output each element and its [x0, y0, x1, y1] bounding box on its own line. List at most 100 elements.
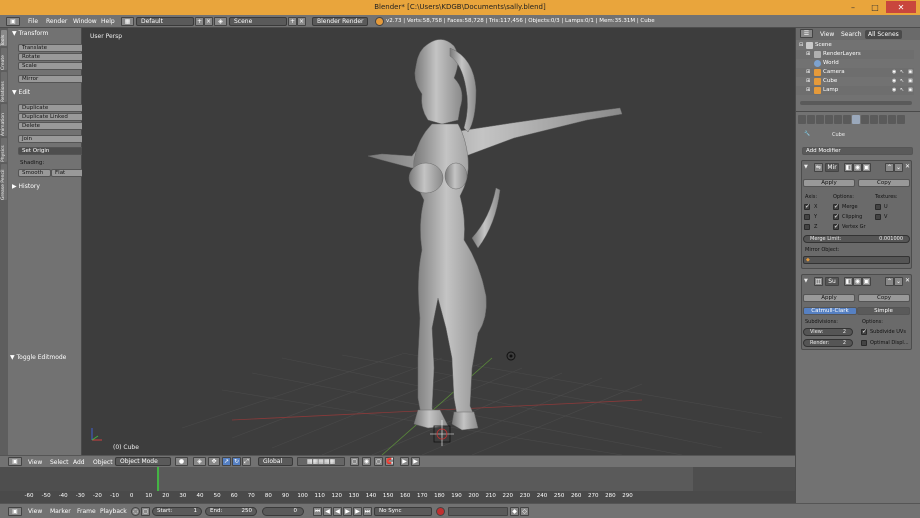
tab-create[interactable]: Create [1, 48, 7, 70]
opengl-render-animation-icon[interactable]: ▶ [411, 457, 420, 466]
editmode-display-icon[interactable]: ◧ [844, 163, 853, 172]
tab-scene[interactable] [816, 115, 824, 124]
editor-type-icon[interactable]: ▣ [6, 17, 20, 26]
outliner-row-scene[interactable]: ⊟ Scene [796, 41, 914, 50]
toggle-editmode-panel[interactable]: ▼ Toggle Editmode [10, 354, 66, 361]
simple-button[interactable]: Simple [857, 307, 910, 315]
eye-icon[interactable]: ◉ [892, 87, 898, 93]
remove-scene-button[interactable]: × [297, 17, 306, 26]
render-display-icon[interactable]: ▣ [862, 163, 871, 172]
move-down-icon[interactable]: ⌄ [894, 163, 903, 172]
delete-keyframe-icon[interactable]: ◇ [520, 507, 529, 516]
editor-type-icon[interactable]: ▣ [8, 457, 22, 466]
render-icon[interactable]: ▣ [908, 69, 914, 75]
outliner-row-lamp[interactable]: ⊞ Lamp ◉ ↖ ▣ [796, 86, 914, 95]
record-button[interactable] [436, 507, 445, 516]
outliner-row-camera[interactable]: ⊞ Camera ◉ ↖ ▣ [796, 68, 914, 77]
render-display-icon[interactable]: ▣ [862, 277, 871, 286]
tab-world[interactable] [825, 115, 833, 124]
timeline-editor[interactable]: -60 -50 -40 -30 -20 -10 0 10 20 30 40 50 60 70 80 90 100… [0, 467, 795, 503]
start-frame-field[interactable]: Start: 1 [152, 507, 202, 516]
outliner-scrollbar[interactable] [800, 101, 912, 105]
menu-file[interactable]: File [28, 18, 38, 25]
transform-orientation-select[interactable]: Global [258, 457, 293, 466]
lock-layers-icon[interactable]: ◻ [350, 457, 359, 466]
tab-data[interactable] [861, 115, 869, 124]
playhead[interactable] [157, 467, 159, 493]
mirror-object-field[interactable]: ◆ [803, 256, 910, 264]
outliner-tab-view[interactable]: View [820, 31, 834, 38]
cursor-icon[interactable]: ↖ [900, 78, 906, 84]
sync-mode-select[interactable]: No Sync [374, 507, 432, 516]
tab-physics[interactable]: Physics [1, 138, 7, 162]
tab-object[interactable] [834, 115, 842, 124]
eye-icon[interactable]: ◉ [892, 78, 898, 84]
3d-viewport[interactable]: User Persp (0) Cube [82, 28, 795, 455]
keying-set-field[interactable] [448, 507, 508, 516]
outliner-row-cube[interactable]: ⊞ Cube ◉ ↖ ▣ [796, 77, 914, 86]
tab-render[interactable] [798, 115, 806, 124]
rotate-button[interactable]: Rotate [18, 53, 84, 61]
join-button[interactable]: Join [18, 135, 84, 143]
history-panel-header[interactable]: ▶ History [12, 183, 40, 190]
cursor-icon[interactable]: ↖ [900, 87, 906, 93]
remove-modifier-icon[interactable]: ✕ [903, 277, 912, 286]
editor-type-icon[interactable]: ▣ [8, 507, 22, 516]
rotate-manipulator-icon[interactable]: ↻ [232, 457, 241, 466]
axis-y-checkbox[interactable] [804, 214, 810, 220]
layer-buttons[interactable]: ▦▦▦▦▦ [297, 457, 345, 466]
duplicate-linked-button[interactable]: Duplicate Linked [18, 113, 84, 121]
render-icon[interactable]: ▣ [908, 87, 914, 93]
tab-grease-pencil[interactable]: Grease Pencil [1, 164, 7, 200]
end-frame-field[interactable]: End: 250 [205, 507, 257, 516]
pivot-point-icon[interactable]: ◈ [193, 457, 206, 466]
subdivide-uvs-checkbox[interactable] [861, 328, 867, 335]
menu-window[interactable]: Window [73, 18, 97, 25]
outliner-row-world[interactable]: World [796, 59, 914, 68]
viewport-display-icon[interactable]: ◉ [853, 163, 862, 172]
screen-layout-field[interactable]: Default [136, 17, 194, 26]
minimize-button[interactable]: – [842, 1, 864, 13]
cursor-icon[interactable]: ↖ [900, 69, 906, 75]
subsurf-apply-button[interactable]: Apply [803, 294, 855, 302]
tab-material[interactable] [870, 115, 878, 124]
render-engine-select[interactable]: Blender Render [312, 17, 368, 26]
duplicate-button[interactable]: Duplicate [18, 104, 84, 112]
scene-field[interactable]: Scene [229, 17, 287, 26]
set-origin-select[interactable]: Set Origin [18, 147, 84, 155]
tab-render-layers[interactable] [807, 115, 815, 124]
add-layout-button[interactable]: + [195, 17, 204, 26]
mirror-button[interactable]: Mirror [18, 75, 84, 83]
viewport-display-icon[interactable]: ◉ [853, 277, 862, 286]
preview-range-icon[interactable]: ◻ [141, 507, 150, 516]
menu-playback[interactable]: Playback [100, 508, 127, 515]
edit-panel-header[interactable]: ▼ Edit [12, 89, 30, 96]
flat-button[interactable]: Flat [51, 169, 84, 177]
menu-add[interactable]: Add [73, 459, 85, 466]
translate-manipulator-icon[interactable]: ↗ [222, 457, 231, 466]
menu-object[interactable]: Object [93, 459, 113, 466]
view-levels-field[interactable]: View: 2 [803, 328, 853, 336]
outliner-tab-search[interactable]: Search [841, 31, 862, 38]
menu-render[interactable]: Render [46, 18, 67, 25]
menu-marker[interactable]: Marker [50, 508, 71, 515]
eye-icon[interactable]: ◉ [892, 69, 898, 75]
menu-help[interactable]: Help [101, 18, 115, 25]
collapse-toggle[interactable]: ▼ [804, 278, 808, 284]
jump-keyframe-back-button[interactable]: ◀ [323, 507, 332, 516]
tab-modifiers[interactable] [852, 115, 860, 124]
optimal-display-checkbox[interactable] [861, 340, 867, 346]
add-scene-button[interactable]: + [288, 17, 297, 26]
move-down-icon[interactable]: ⌄ [894, 277, 903, 286]
clipping-checkbox[interactable] [833, 213, 839, 220]
tab-animation[interactable]: Animation [1, 104, 7, 136]
outliner-row-renderlayers[interactable]: ⊞ RenderLayers [796, 50, 914, 59]
menu-view[interactable]: View [28, 459, 42, 466]
insert-keyframe-icon[interactable]: ◆ [510, 507, 519, 516]
current-frame-field[interactable]: 0 [262, 507, 304, 516]
mirror-copy-button[interactable]: Copy [858, 179, 910, 187]
move-up-icon[interactable]: ⌃ [885, 277, 894, 286]
tab-relations[interactable]: Relations [1, 72, 7, 102]
jump-keyframe-forward-button[interactable]: ▶ [353, 507, 362, 516]
opengl-render-icon[interactable]: ▶ [400, 457, 409, 466]
